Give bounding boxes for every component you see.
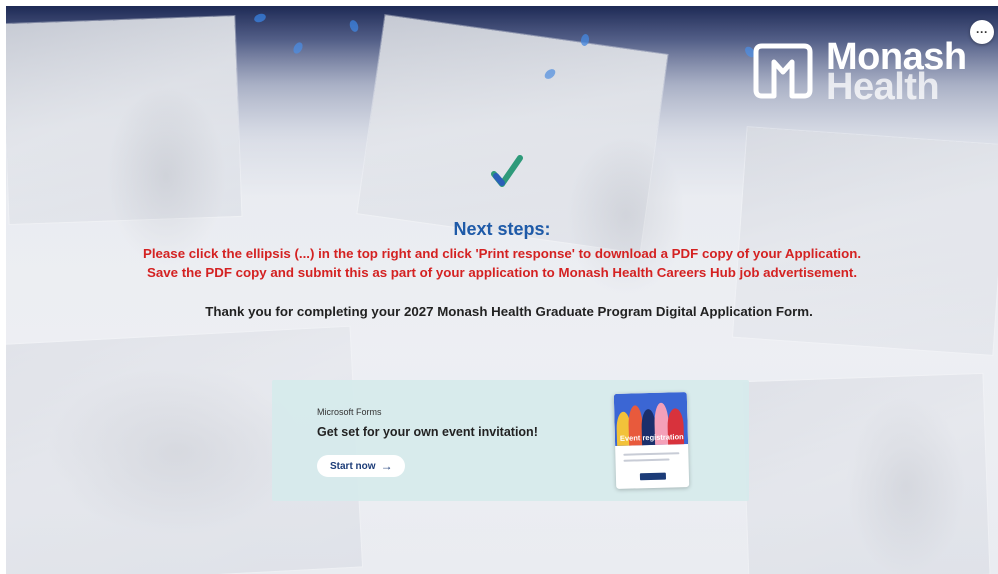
thank-you-message: Thank you for completing your 2027 Monas… (205, 304, 813, 319)
instruction-line-2: Save the PDF copy and submit this as par… (146, 265, 858, 280)
monash-health-logo: Monash Health (752, 38, 967, 108)
promo-brand: Microsoft Forms (317, 407, 382, 417)
start-now-label: Start now (330, 460, 376, 472)
event-registration-preview: Event registration (613, 392, 690, 489)
next-steps-title: Next steps: (453, 219, 551, 239)
more-options-button[interactable]: ··· (970, 20, 994, 44)
start-now-button[interactable]: Start now → (317, 455, 405, 477)
promo-headline: Get set for your own event invitation! (317, 425, 538, 439)
microsoft-forms-promo: Microsoft Forms Get set for your own eve… (272, 380, 749, 501)
instruction-line-1: Please click the ellipsis (...) in the t… (142, 246, 862, 261)
logo-line-2: Health (826, 66, 940, 108)
ellipsis-icon: ··· (976, 25, 988, 39)
arrow-right-icon: → (380, 459, 393, 473)
preview-card-title: Event registration (619, 432, 684, 443)
preview-card-button (639, 472, 667, 481)
logo-wordmark: Monash Health (826, 38, 967, 108)
monash-logo-icon (753, 43, 813, 99)
checkmark-icon (490, 152, 524, 197)
